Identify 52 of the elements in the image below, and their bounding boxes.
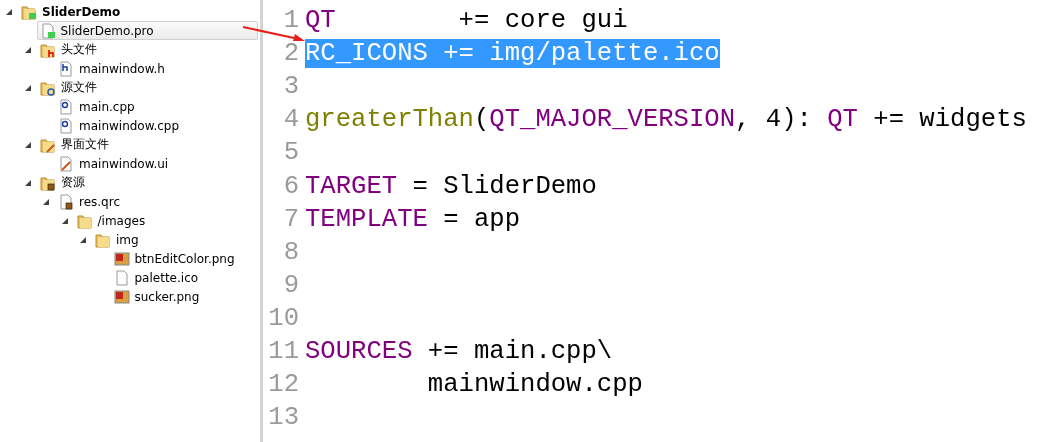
line-number: 8	[282, 237, 299, 267]
folder-icon	[95, 231, 111, 248]
tree-item[interactable]: 资源	[36, 173, 258, 192]
header-file-icon	[58, 60, 74, 77]
line-number: 6	[282, 171, 299, 201]
file-icon	[113, 269, 130, 286]
code-line: TARGET = SliderDemo	[305, 171, 597, 201]
resource-file-icon	[58, 193, 74, 210]
form-file-icon	[58, 155, 74, 172]
line-number: 3	[282, 72, 299, 102]
tree-item[interactable]: img	[92, 230, 258, 249]
tree-item[interactable]: palette.ico	[110, 268, 258, 287]
tree-item[interactable]: main.cpp	[55, 97, 258, 116]
line-number: 4	[282, 105, 299, 135]
tree-item[interactable]: mainwindow.cpp	[55, 116, 258, 135]
code-line: QT += core gui	[305, 6, 628, 36]
tree-item[interactable]: mainwindow.h	[55, 59, 258, 78]
folder-icon	[21, 3, 37, 20]
image-file-icon	[113, 288, 130, 305]
code-line: mainwindow.cpp	[426, 370, 643, 400]
line-number: 13	[267, 403, 299, 433]
line-number: 9	[282, 270, 299, 300]
arrow-annotation	[242, 26, 306, 42]
line-number: 12	[267, 370, 299, 400]
folder-icon	[39, 136, 56, 153]
folder-icon	[39, 174, 56, 191]
tree-item[interactable]: SliderDemo	[18, 2, 258, 21]
line-number: 2	[282, 39, 299, 69]
line-number: 11	[267, 337, 299, 366]
code-line: greaterThan(QT_MAJOR_VERSION, 4): QT += widgets	[305, 105, 1027, 135]
tree-item[interactable]: /images	[73, 211, 258, 230]
tree-item[interactable]: SliderDemo.pro	[36, 21, 258, 40]
tree-item[interactable]: res.qrc	[55, 192, 258, 211]
folder-icon	[39, 79, 56, 96]
line-number: 7	[282, 204, 299, 234]
tree-item[interactable]: mainwindow.ui	[55, 154, 258, 173]
cpp-file-icon	[58, 98, 74, 115]
tree-item[interactable]: 源文件	[36, 78, 258, 97]
code-line: SOURCES += main.cpp\	[305, 337, 613, 366]
code-line: TEMPLATE = app	[305, 204, 521, 234]
folder-icon	[39, 41, 56, 58]
cpp-file-icon	[58, 117, 74, 134]
line-number: 1	[282, 6, 299, 36]
tree-item[interactable]: 头文件	[36, 40, 258, 59]
tree-item[interactable]: btnEditColor.png	[110, 249, 258, 268]
image-file-icon	[113, 250, 130, 267]
tree-item[interactable]: 界面文件	[36, 135, 258, 154]
tree-item[interactable]: sucker.png	[110, 287, 258, 306]
line-number: 10	[267, 303, 299, 333]
project-file-icon	[39, 22, 56, 39]
folder-icon	[76, 212, 93, 229]
line-number: 5	[282, 138, 299, 168]
